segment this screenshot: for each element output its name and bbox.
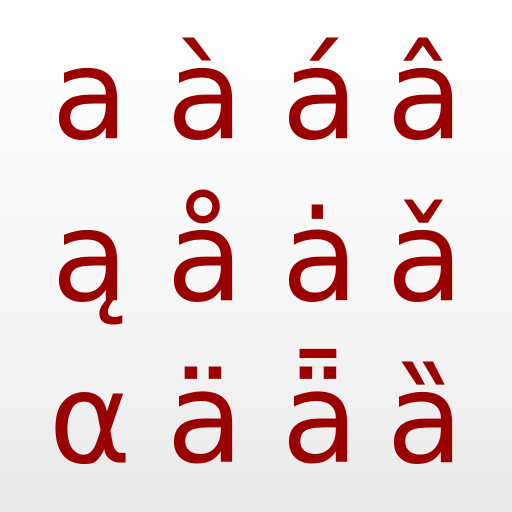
glyph-a-circumflex: â bbox=[386, 21, 464, 168]
glyph-row-2: ą å ȧ ǎ bbox=[0, 182, 512, 332]
glyph-row-1: a à á â bbox=[0, 20, 512, 170]
glyph-a-diaeresis: ä bbox=[166, 345, 244, 492]
glyph-a-caron: ǎ bbox=[386, 183, 464, 330]
glyph-a-ogonek: ą bbox=[51, 183, 129, 330]
glyph-a-dot-above: ȧ bbox=[281, 183, 359, 330]
glyph-row-3: α ä ǟ ȁ bbox=[0, 344, 512, 494]
glyph-alpha: α bbox=[48, 345, 132, 492]
character-map-app-icon: a à á â ą å ȧ ǎ α ä ǟ ȁ bbox=[0, 0, 512, 512]
glyph-a: a bbox=[51, 21, 129, 168]
glyph-a-acute: á bbox=[281, 21, 359, 168]
glyph-a-ring: å bbox=[166, 183, 244, 330]
glyph-a-diaeresis-macron: ǟ bbox=[281, 345, 359, 492]
glyph-a-double-grave: ȁ bbox=[386, 345, 464, 492]
glyph-a-grave: à bbox=[166, 21, 244, 168]
